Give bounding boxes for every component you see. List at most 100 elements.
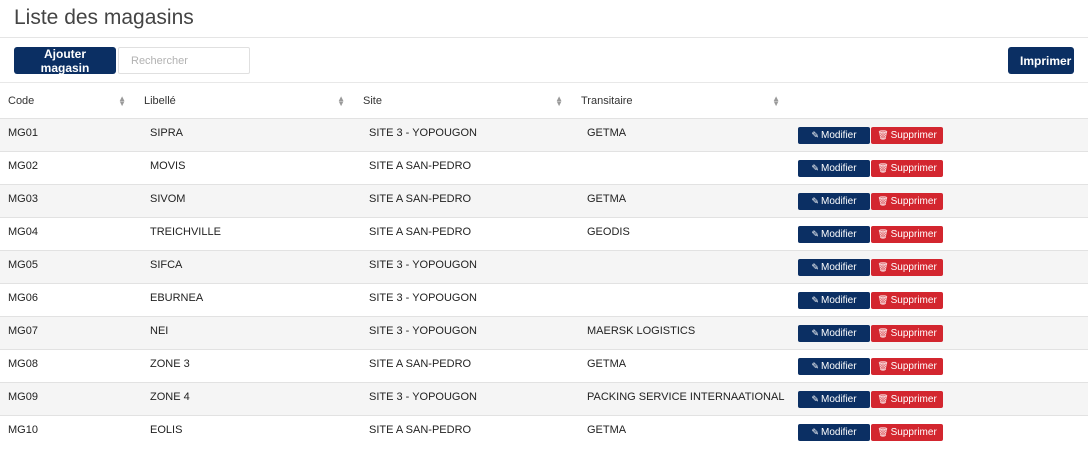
edit-icon: ✎ — [811, 327, 819, 338]
edit-button[interactable]: ✎ Modifier — [798, 291, 870, 309]
cell-transitaire-text: PACKING SERVICE INTERNAATIONAL — [587, 391, 785, 403]
delete-button-label: Supprimer — [890, 228, 937, 240]
cell-code: MG09 — [0, 382, 136, 416]
cell-site: SITE 3 - YOPOUGON — [355, 382, 573, 416]
delete-button[interactable]: 🗑 Supprimer — [871, 225, 943, 243]
cell-site-text: SITE 3 - YOPOUGON — [369, 127, 477, 139]
table-row: MG04 TREICHVILLE SITE A SAN-PEDRO GEODIS ✎ Mo… — [0, 217, 1088, 251]
cell-actions: ✎ Modifier 🗑 Supprimer — [790, 184, 1088, 218]
edit-button-label: Modifier — [820, 195, 857, 207]
edit-button[interactable]: ✎ Modifier — [798, 390, 870, 408]
edit-button-label: Modifier — [820, 228, 857, 240]
delete-button[interactable]: 🗑 Supprimer — [871, 159, 943, 177]
cell-libelle-text: EBURNEA — [150, 292, 204, 304]
edit-button[interactable]: ✎ Modifier — [798, 324, 870, 342]
cell-actions: ✎ Modifier 🗑 Supprimer — [790, 250, 1088, 284]
cell-site: SITE 3 - YOPOUGON — [355, 118, 573, 152]
table-row: MG05 SIFCA SITE 3 - YOPOUGON ✎ Modifier 🗑 Supp… — [0, 250, 1088, 284]
cell-actions: ✎ Modifier 🗑 Supprimer — [790, 118, 1088, 152]
cell-code-text: MG02 — [8, 160, 38, 172]
edit-button-label: Modifier — [820, 393, 857, 405]
sort-icon[interactable]: ▲ ▼ — [555, 94, 563, 107]
cell-libelle: ZONE 3 — [136, 349, 355, 383]
cell-site: SITE 3 - YOPOUGON — [355, 283, 573, 317]
cell-actions: ✎ Modifier 🗑 Supprimer — [790, 349, 1088, 383]
edit-icon: ✎ — [811, 195, 819, 206]
delete-button[interactable]: 🗑 Supprimer — [871, 357, 943, 375]
edit-button[interactable]: ✎ Modifier — [798, 423, 870, 441]
delete-button[interactable]: 🗑 Supprimer — [871, 390, 943, 408]
cell-libelle: MOVIS — [136, 151, 355, 185]
edit-icon: ✎ — [811, 261, 819, 272]
cell-code: MG10 — [0, 415, 136, 448]
cell-code-text: MG09 — [8, 391, 38, 403]
edit-button-label: Modifier — [820, 426, 857, 438]
cell-actions: ✎ Modifier 🗑 Supprimer — [790, 382, 1088, 416]
toolbar: Ajouter magasin Imprimer — [0, 38, 1088, 83]
search-input[interactable] — [118, 47, 250, 74]
cell-libelle-text: ZONE 3 — [150, 358, 190, 370]
delete-button[interactable]: 🗑 Supprimer — [871, 291, 943, 309]
column-header-transitaire[interactable]: Transitaire ▲ ▼ — [573, 83, 790, 119]
table-row: MG03 SIVOM SITE A SAN-PEDRO GETMA ✎ Modifier 🗑… — [0, 184, 1088, 218]
delete-button[interactable]: 🗑 Supprimer — [871, 126, 943, 144]
edit-icon: ✎ — [811, 294, 819, 305]
edit-icon: ✎ — [811, 162, 819, 173]
page-header: Liste des magasins — [0, 0, 1088, 38]
cell-transitaire: GETMA — [573, 118, 790, 152]
delete-button[interactable]: 🗑 Supprimer — [871, 192, 943, 210]
sort-icon[interactable]: ▲ ▼ — [772, 94, 780, 107]
edit-icon: ✎ — [811, 129, 819, 140]
cell-site-text: SITE 3 - YOPOUGON — [369, 259, 477, 271]
cell-site: SITE A SAN-PEDRO — [355, 349, 573, 383]
cell-transitaire-text: GETMA — [587, 127, 627, 139]
trash-icon: 🗑 — [877, 261, 889, 272]
table-body: MG01 SIPRA SITE 3 - YOPOUGON GETMA ✎ Modifier… — [0, 118, 1088, 448]
edit-icon: ✎ — [811, 228, 819, 239]
cell-libelle-text: SIPRA — [150, 127, 184, 139]
trash-icon: 🗑 — [877, 129, 889, 140]
delete-button-label: Supprimer — [890, 426, 937, 438]
cell-transitaire-text: GETMA — [587, 193, 627, 205]
delete-button[interactable]: 🗑 Supprimer — [871, 324, 943, 342]
cell-site: SITE A SAN-PEDRO — [355, 217, 573, 251]
edit-button[interactable]: ✎ Modifier — [798, 126, 870, 144]
cell-transitaire-text: GEODIS — [587, 226, 630, 238]
delete-button[interactable]: 🗑 Supprimer — [871, 258, 943, 276]
column-header-actions — [790, 83, 1088, 119]
column-header-libelle[interactable]: Libellé ▲ ▼ — [136, 83, 355, 119]
cell-libelle-text: SIFCA — [150, 259, 183, 271]
edit-button-label: Modifier — [820, 261, 857, 273]
delete-button-label: Supprimer — [890, 393, 937, 405]
cell-site: SITE 3 - YOPOUGON — [355, 250, 573, 284]
cell-transitaire: GETMA — [573, 184, 790, 218]
cell-actions: ✎ Modifier 🗑 Supprimer — [790, 316, 1088, 350]
edit-button[interactable]: ✎ Modifier — [798, 258, 870, 276]
cell-libelle: NEI — [136, 316, 355, 350]
edit-button[interactable]: ✎ Modifier — [798, 159, 870, 177]
edit-button[interactable]: ✎ Modifier — [798, 357, 870, 375]
column-header-code[interactable]: Code ▲ ▼ — [0, 83, 136, 119]
add-store-button[interactable]: Ajouter magasin — [14, 47, 116, 75]
edit-icon: ✎ — [811, 426, 819, 437]
edit-button[interactable]: ✎ Modifier — [798, 225, 870, 243]
print-button[interactable]: Imprimer — [1008, 47, 1074, 74]
cell-transitaire-text: GETMA — [587, 424, 627, 436]
cell-transitaire — [573, 283, 790, 317]
edit-button[interactable]: ✎ Modifier — [798, 192, 870, 210]
cell-code: MG02 — [0, 151, 136, 185]
delete-button[interactable]: 🗑 Supprimer — [871, 423, 943, 441]
sort-icon[interactable]: ▲ ▼ — [118, 94, 126, 107]
cell-code: MG07 — [0, 316, 136, 350]
sort-icon[interactable]: ▲ ▼ — [337, 94, 345, 107]
table-row: MG01 SIPRA SITE 3 - YOPOUGON GETMA ✎ Modifier… — [0, 118, 1088, 152]
cell-libelle-text: ZONE 4 — [150, 391, 190, 403]
column-header-label: Transitaire — [581, 94, 633, 107]
column-header-site[interactable]: Site ▲ ▼ — [355, 83, 573, 119]
cell-transitaire — [573, 151, 790, 185]
delete-button-label: Supprimer — [890, 261, 937, 273]
cell-transitaire — [573, 250, 790, 284]
cell-libelle-text: TREICHVILLE — [150, 226, 221, 238]
cell-libelle: TREICHVILLE — [136, 217, 355, 251]
cell-code: MG03 — [0, 184, 136, 218]
